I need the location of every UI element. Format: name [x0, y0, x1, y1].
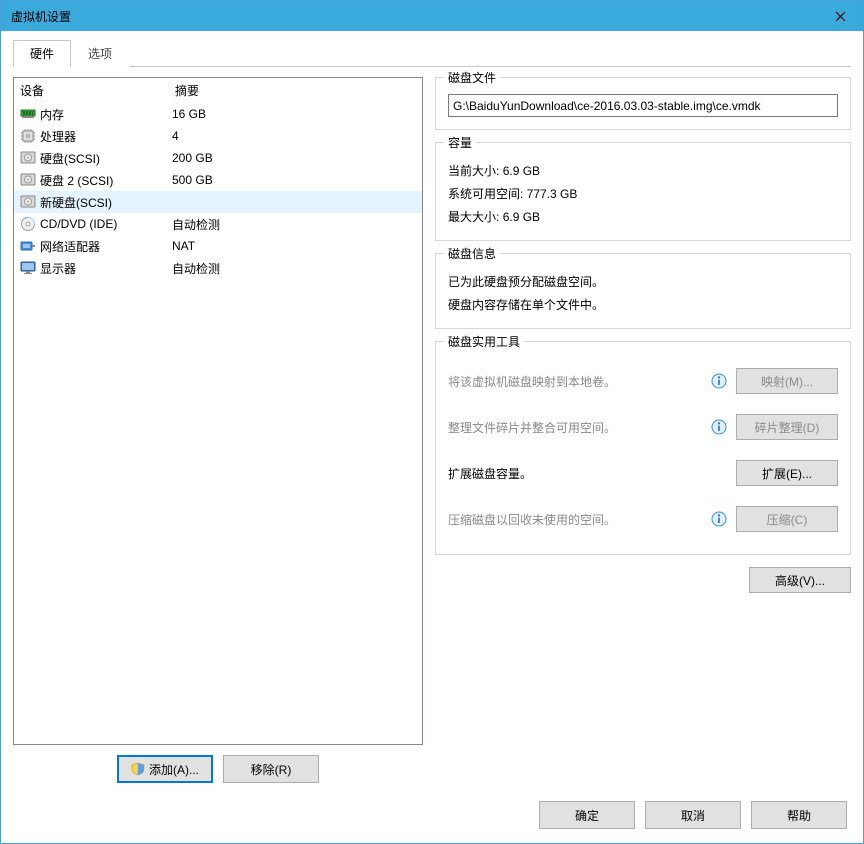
map-button[interactable]: 映射(M)... — [736, 368, 838, 394]
disk-info-line1: 已为此硬盘预分配磁盘空间。 — [448, 270, 838, 293]
device-summary: 200 GB — [172, 151, 418, 165]
device-summary: 自动检测 — [172, 216, 418, 233]
tab-hardware[interactable]: 硬件 — [13, 40, 71, 67]
group-disk-file-title: 磁盘文件 — [444, 69, 500, 86]
group-disk-file: 磁盘文件 — [435, 77, 851, 130]
footer: 确定 取消 帮助 — [1, 791, 863, 843]
util-row-compress: 压缩磁盘以回收未使用的空间。 压缩(C) — [448, 496, 838, 542]
device-row[interactable]: 显示器自动检测 — [14, 257, 422, 279]
group-disk-info: 磁盘信息 已为此硬盘预分配磁盘空间。 硬盘内容存储在单个文件中。 — [435, 253, 851, 329]
device-name: CD/DVD (IDE) — [40, 217, 172, 231]
display-icon — [18, 259, 38, 277]
device-summary: 自动检测 — [172, 260, 418, 277]
device-summary: 16 GB — [172, 107, 418, 121]
dialog-body: 设备 摘要 内存16 GB处理器4硬盘(SCSI)200 GB硬盘 2 (SCS… — [1, 67, 863, 791]
col-device: 设备 — [20, 82, 175, 99]
info-icon[interactable] — [708, 419, 730, 435]
col-summary: 摘要 — [175, 82, 416, 99]
remove-button-label: 移除(R) — [251, 761, 292, 778]
shield-icon — [131, 762, 145, 776]
capacity-max-value: 6.9 GB — [503, 210, 540, 224]
capacity-free-value: 777.3 GB — [527, 187, 578, 201]
device-row[interactable]: 硬盘 2 (SCSI)500 GB — [14, 169, 422, 191]
close-button[interactable] — [818, 1, 863, 31]
tab-options[interactable]: 选项 — [71, 40, 129, 67]
group-utilities-title: 磁盘实用工具 — [444, 333, 524, 350]
capacity-free-label: 系统可用空间: — [448, 187, 523, 201]
group-disk-info-title: 磁盘信息 — [444, 245, 500, 262]
cd-icon — [18, 215, 38, 233]
capacity-max: 最大大小: 6.9 GB — [448, 205, 838, 228]
util-expand-text: 扩展磁盘容量。 — [448, 465, 708, 482]
util-row-defrag: 整理文件碎片并整合可用空间。 碎片整理(D) — [448, 404, 838, 450]
advanced-button[interactable]: 高级(V)... — [749, 567, 851, 593]
info-icon-svg — [711, 419, 727, 435]
window-title: 虚拟机设置 — [11, 8, 818, 25]
group-capacity: 容量 当前大小: 6.9 GB 系统可用空间: 777.3 GB 最大大小: 6… — [435, 142, 851, 241]
util-row-expand: 扩展磁盘容量。 扩展(E)... — [448, 450, 838, 496]
close-icon — [835, 11, 846, 22]
group-capacity-title: 容量 — [444, 134, 476, 151]
util-row-map: 将该虚拟机磁盘映射到本地卷。 映射(M)... — [448, 358, 838, 404]
util-map-text: 将该虚拟机磁盘映射到本地卷。 — [448, 373, 708, 390]
capacity-free: 系统可用空间: 777.3 GB — [448, 182, 838, 205]
util-compress-text: 压缩磁盘以回收未使用的空间。 — [448, 511, 708, 528]
device-name: 网络适配器 — [40, 238, 172, 255]
info-icon[interactable] — [708, 373, 730, 389]
device-name: 硬盘(SCSI) — [40, 150, 172, 167]
disk-icon — [18, 193, 38, 211]
left-pane: 设备 摘要 内存16 GB处理器4硬盘(SCSI)200 GB硬盘 2 (SCS… — [13, 77, 423, 783]
device-row[interactable]: CD/DVD (IDE)自动检测 — [14, 213, 422, 235]
tabs: 硬件 选项 — [1, 31, 863, 66]
device-name: 内存 — [40, 106, 172, 123]
capacity-current-label: 当前大小: — [448, 164, 499, 178]
defrag-button[interactable]: 碎片整理(D) — [736, 414, 838, 440]
memory-icon — [18, 105, 38, 123]
device-row[interactable]: 处理器4 — [14, 125, 422, 147]
info-icon-svg — [711, 511, 727, 527]
right-pane: 磁盘文件 容量 当前大小: 6.9 GB 系统可用空间: 777.3 GB 最大… — [435, 77, 851, 783]
disk-icon — [18, 171, 38, 189]
compress-button[interactable]: 压缩(C) — [736, 506, 838, 532]
left-buttons: 添加(A)... 移除(R) — [13, 745, 423, 783]
device-row[interactable]: 新硬盘(SCSI) — [14, 191, 422, 213]
remove-button[interactable]: 移除(R) — [223, 755, 319, 783]
device-row[interactable]: 网络适配器NAT — [14, 235, 422, 257]
device-rows: 内存16 GB处理器4硬盘(SCSI)200 GB硬盘 2 (SCSI)500 … — [14, 103, 422, 279]
disk-icon — [18, 149, 38, 167]
disk-file-input[interactable] — [448, 94, 838, 117]
capacity-current-value: 6.9 GB — [503, 164, 540, 178]
vm-settings-window: 虚拟机设置 硬件 选项 设备 摘要 内存16 GB处理器4硬盘(SCSI)200… — [0, 0, 864, 844]
device-list-header: 设备 摘要 — [14, 78, 422, 103]
device-name: 处理器 — [40, 128, 172, 145]
device-summary: 4 — [172, 129, 418, 143]
cpu-icon — [18, 127, 38, 145]
info-icon[interactable] — [708, 511, 730, 527]
disk-info-line2: 硬盘内容存储在单个文件中。 — [448, 293, 838, 316]
capacity-current: 当前大小: 6.9 GB — [448, 159, 838, 182]
device-name: 硬盘 2 (SCSI) — [40, 172, 172, 189]
titlebar: 虚拟机设置 — [1, 1, 863, 31]
util-defrag-text: 整理文件碎片并整合可用空间。 — [448, 419, 708, 436]
add-button-label: 添加(A)... — [149, 761, 199, 778]
device-row[interactable]: 内存16 GB — [14, 103, 422, 125]
help-button[interactable]: 帮助 — [751, 801, 847, 829]
device-list: 设备 摘要 内存16 GB处理器4硬盘(SCSI)200 GB硬盘 2 (SCS… — [13, 77, 423, 745]
expand-button[interactable]: 扩展(E)... — [736, 460, 838, 486]
device-name: 显示器 — [40, 260, 172, 277]
ok-button[interactable]: 确定 — [539, 801, 635, 829]
device-row[interactable]: 硬盘(SCSI)200 GB — [14, 147, 422, 169]
advanced-row: 高级(V)... — [435, 567, 851, 593]
device-summary: 500 GB — [172, 173, 418, 187]
group-utilities: 磁盘实用工具 将该虚拟机磁盘映射到本地卷。 映射(M)... 整理文件碎片并整合… — [435, 341, 851, 555]
net-icon — [18, 237, 38, 255]
info-icon-svg — [711, 373, 727, 389]
add-button[interactable]: 添加(A)... — [117, 755, 213, 783]
capacity-max-label: 最大大小: — [448, 210, 499, 224]
device-name: 新硬盘(SCSI) — [40, 194, 172, 211]
device-summary: NAT — [172, 239, 418, 253]
cancel-button[interactable]: 取消 — [645, 801, 741, 829]
